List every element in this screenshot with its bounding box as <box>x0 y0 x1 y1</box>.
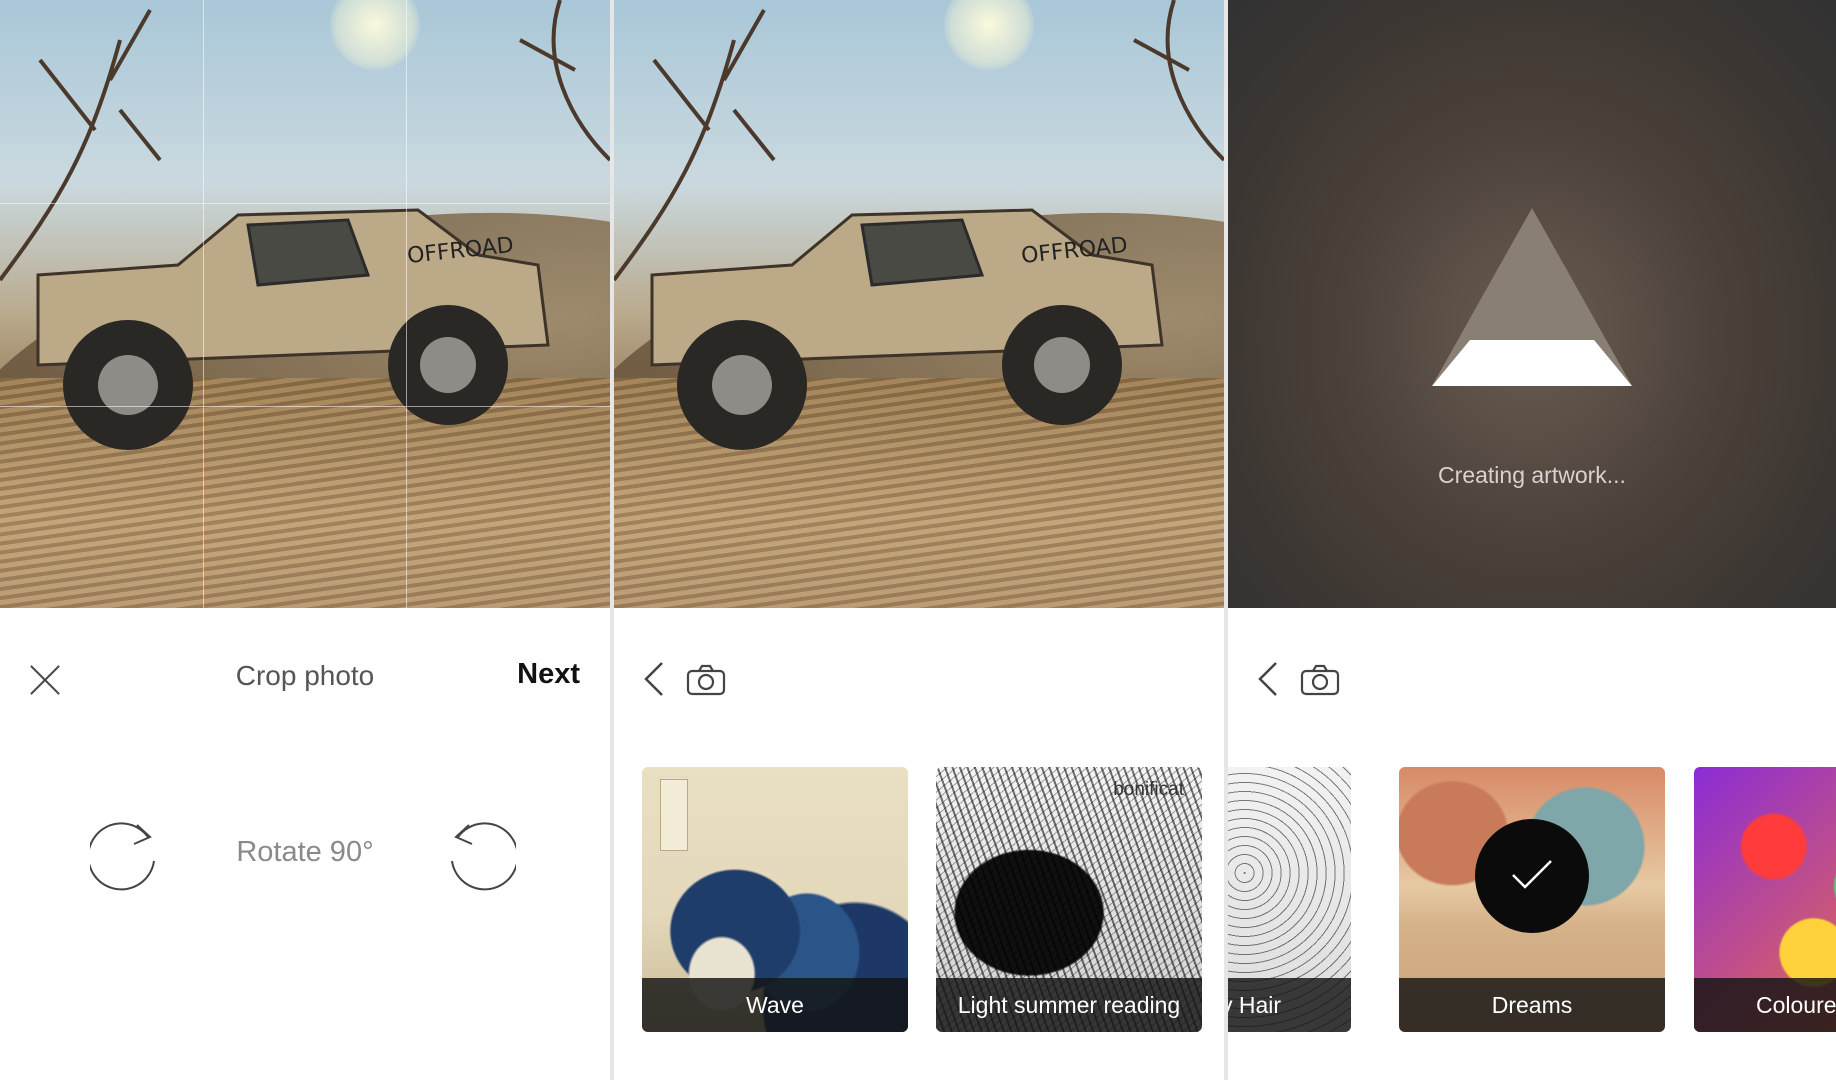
back-chevron-icon[interactable] <box>1256 660 1280 698</box>
offroad-truck: OFFROAD <box>36 208 550 450</box>
style-card-label: y Hair <box>1228 978 1351 1032</box>
grid-line <box>406 0 407 608</box>
checkmark-icon <box>1512 860 1552 889</box>
rotate-label: Rotate 90° <box>236 836 374 868</box>
style-card-wave[interactable]: Wave <box>642 767 908 1032</box>
offroad-truck: OFFROAD <box>650 208 1164 450</box>
camera-icon[interactable] <box>1300 664 1340 696</box>
app-screens: OFFROAD Crop photo Next Rotate 90° OFFRO… <box>0 0 1836 1080</box>
style-card-light-summer-reading[interactable]: bonificat Light summer reading <box>936 767 1202 1032</box>
style-card-colour[interactable]: Coloure <box>1694 767 1836 1032</box>
back-chevron-icon[interactable] <box>642 660 666 698</box>
grid-line <box>0 203 610 204</box>
style-card-label: Light summer reading <box>936 978 1202 1032</box>
style-card-label: Wave <box>642 978 908 1032</box>
cartouche <box>660 779 688 851</box>
offroad-photo[interactable]: OFFROAD <box>0 0 610 608</box>
next-button[interactable]: Next <box>517 658 580 691</box>
offroad-photo[interactable]: OFFROAD <box>614 0 1224 608</box>
style-card-hair[interactable]: y Hair <box>1228 767 1351 1032</box>
style-card-label: Coloure <box>1694 978 1836 1032</box>
status-text: Creating artwork... <box>1438 462 1626 488</box>
selected-badge <box>1475 819 1589 933</box>
grid-line <box>0 406 610 407</box>
style-card-label: Dreams <box>1399 978 1665 1032</box>
prisma-logo-icon <box>1432 208 1632 386</box>
loading-backdrop: Creating artwork... <box>1228 0 1836 608</box>
crop-screen: OFFROAD Crop photo Next Rotate 90° <box>0 0 610 1080</box>
camera-icon[interactable] <box>686 664 726 696</box>
styles-screen: OFFROAD Wave bonificat Light summer read… <box>614 0 1224 1080</box>
brand-watermark: bonificat <box>1113 779 1184 800</box>
creating-screen: Creating artwork... y Hair Dreams Colo <box>1228 0 1836 1080</box>
style-card-dreams[interactable]: Dreams <box>1399 767 1665 1032</box>
grid-line <box>203 0 204 608</box>
rotate-counterclockwise-icon[interactable] <box>446 815 516 895</box>
